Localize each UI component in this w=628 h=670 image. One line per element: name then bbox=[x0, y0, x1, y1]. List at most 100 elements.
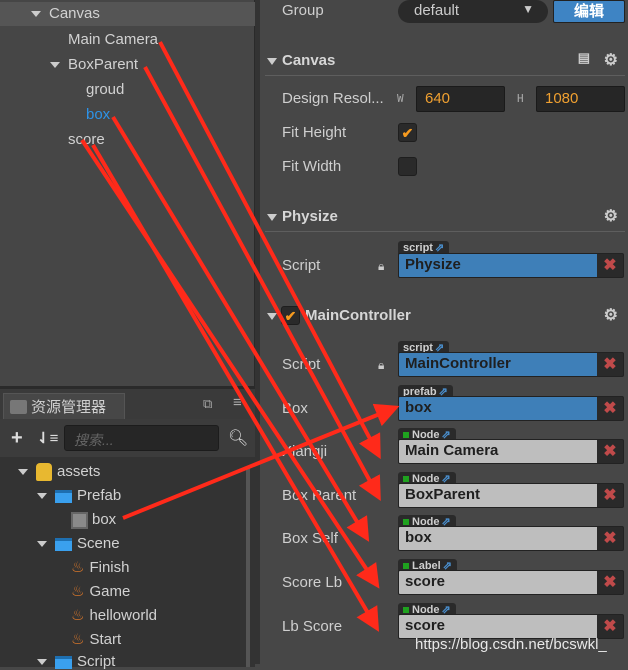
divider bbox=[265, 75, 625, 76]
property-label: Script bbox=[282, 356, 321, 373]
scene-fire-icon: ♨ bbox=[71, 583, 85, 600]
field-value: Physize bbox=[399, 254, 597, 277]
tree-item-label: assets bbox=[57, 463, 101, 480]
component-title: Canvas bbox=[282, 52, 336, 69]
script-label: Script bbox=[282, 257, 321, 274]
clear-icon[interactable]: ✖ bbox=[597, 484, 623, 507]
collapse-arrow-icon[interactable] bbox=[267, 214, 277, 221]
inspector-panel: Group default ▼ 编辑 Canvas ▤ ⚙ Design Resol.… bbox=[260, 0, 628, 664]
gear-icon[interactable]: ⚙ bbox=[604, 206, 618, 226]
property-field[interactable]: BoxParent ✖ bbox=[398, 483, 624, 508]
field-value: BoxParent bbox=[399, 484, 597, 507]
add-icon[interactable]: + bbox=[11, 427, 23, 450]
clear-icon[interactable]: ✖ bbox=[597, 440, 623, 463]
tree-item-main-camera[interactable]: Main Camera bbox=[68, 31, 158, 48]
tree-item-box[interactable]: box bbox=[86, 106, 110, 123]
chevron-down-icon: ▼ bbox=[522, 2, 534, 16]
expand-arrow-icon[interactable] bbox=[31, 11, 41, 18]
tree-item-score[interactable]: score bbox=[68, 131, 105, 148]
component-header-maincontroller[interactable]: ✔ MainController ⚙ bbox=[260, 305, 628, 329]
hierarchy-panel: Canvas Main Camera BoxParent groud box s… bbox=[0, 0, 255, 386]
edit-button[interactable]: 编辑 bbox=[553, 0, 625, 23]
property-field[interactable]: box ✖ bbox=[398, 396, 624, 421]
tree-item-label: BoxParent bbox=[68, 56, 139, 73]
tree-item-canvas[interactable]: Canvas bbox=[31, 5, 100, 22]
folder-icon bbox=[10, 399, 27, 414]
component-header-physize[interactable]: Physize ⚙ bbox=[260, 206, 628, 230]
component-header-canvas[interactable]: Canvas ▤ ⚙ bbox=[260, 50, 628, 74]
tree-item-label: Game bbox=[89, 583, 131, 600]
field-value: box bbox=[399, 527, 597, 550]
scrollbar[interactable] bbox=[246, 467, 250, 667]
asset-db-icon bbox=[36, 463, 52, 482]
node-type-icon bbox=[403, 519, 409, 525]
field-value: Main Camera bbox=[399, 440, 597, 463]
expand-arrow-icon[interactable] bbox=[37, 659, 47, 666]
clear-icon[interactable]: ✖ bbox=[597, 571, 623, 594]
asset-item-finish[interactable]: ♨ Finish bbox=[71, 558, 129, 576]
tab-assets[interactable]: 资源管理器 bbox=[3, 393, 125, 419]
component-title: Physize bbox=[282, 208, 338, 225]
clear-icon[interactable]: ✖ bbox=[597, 254, 623, 277]
group-select[interactable]: default ▼ bbox=[398, 0, 548, 23]
height-label: H bbox=[517, 92, 524, 105]
tree-item-label: helloworld bbox=[89, 607, 157, 624]
search-input[interactable]: 搜索... bbox=[64, 425, 219, 451]
scene-fire-icon: ♨ bbox=[71, 607, 85, 624]
collapse-arrow-icon[interactable] bbox=[267, 313, 277, 320]
assets-tree: assets Prefab box Scene ♨ Finish ♨ Game ♨ h… bbox=[0, 457, 255, 670]
tree-item-groud[interactable]: groud bbox=[86, 81, 124, 98]
divider bbox=[265, 231, 625, 232]
tree-item-label: box bbox=[92, 511, 117, 528]
node-type-icon bbox=[403, 476, 409, 482]
group-label: Group bbox=[282, 2, 324, 19]
design-resolution-label: Design Resol... bbox=[282, 90, 384, 107]
tree-item-label: Script bbox=[77, 653, 116, 670]
clear-icon[interactable]: ✖ bbox=[597, 527, 623, 550]
collapse-arrow-icon[interactable] bbox=[267, 58, 277, 65]
gear-icon[interactable]: ⚙ bbox=[604, 50, 618, 70]
clear-icon[interactable]: ✖ bbox=[597, 353, 623, 376]
asset-item-prefab-folder[interactable]: Prefab bbox=[37, 487, 121, 504]
tree-item-boxparent[interactable]: BoxParent bbox=[50, 56, 138, 73]
tree-item-label: Start bbox=[89, 631, 122, 648]
width-label: W bbox=[397, 92, 404, 105]
menu-icon[interactable]: ≡ bbox=[233, 394, 242, 411]
asset-item-start[interactable]: ♨ Start bbox=[71, 630, 121, 648]
fit-height-checkbox[interactable]: ✔ bbox=[398, 123, 417, 142]
property-field[interactable]: MainController ✖ bbox=[398, 352, 624, 377]
lock-icon: 🔒︎ bbox=[378, 358, 385, 372]
expand-arrow-icon[interactable] bbox=[50, 62, 60, 69]
height-input[interactable]: 1080 bbox=[536, 86, 625, 112]
search-icon[interactable]: 🔍︎ bbox=[228, 428, 248, 448]
fit-width-label: Fit Width bbox=[282, 158, 342, 175]
sort-icon[interactable]: ⇃≡ bbox=[37, 429, 58, 447]
property-field[interactable]: Main Camera ✖ bbox=[398, 439, 624, 464]
asset-item-helloworld[interactable]: ♨ helloworld bbox=[71, 606, 157, 624]
tree-item-label: Scene bbox=[77, 535, 120, 552]
assets-panel: 资源管理器 ⧉ ≡ + ⇃≡ 搜索... 🔍︎ assets Prefab bo… bbox=[0, 386, 255, 670]
popout-icon[interactable]: ⧉ bbox=[203, 396, 212, 412]
asset-item-scene-folder[interactable]: Scene bbox=[37, 535, 120, 552]
asset-item-box-prefab[interactable]: box bbox=[71, 511, 116, 529]
clear-icon[interactable]: ✖ bbox=[597, 615, 623, 638]
asset-item-script-folder[interactable]: Script bbox=[37, 653, 115, 670]
property-field[interactable]: score ✖ bbox=[398, 570, 624, 595]
component-enabled-checkbox[interactable]: ✔ bbox=[281, 306, 300, 325]
physize-script-field[interactable]: Physize ✖ bbox=[398, 253, 624, 278]
property-label: Box Parent bbox=[282, 487, 357, 504]
expand-arrow-icon[interactable] bbox=[18, 469, 28, 476]
property-field[interactable]: box ✖ bbox=[398, 526, 624, 551]
clear-icon[interactable]: ✖ bbox=[597, 397, 623, 420]
gear-icon[interactable]: ⚙ bbox=[604, 305, 618, 325]
fit-width-checkbox[interactable] bbox=[398, 157, 417, 176]
tree-item-label: Canvas bbox=[49, 5, 100, 22]
asset-item-assets[interactable]: assets bbox=[18, 463, 101, 482]
asset-item-game[interactable]: ♨ Game bbox=[71, 582, 130, 600]
width-input[interactable]: 640 bbox=[416, 86, 505, 112]
fit-height-label: Fit Height bbox=[282, 124, 347, 141]
expand-arrow-icon[interactable] bbox=[37, 541, 47, 548]
expand-arrow-icon[interactable] bbox=[37, 493, 47, 500]
scene-fire-icon: ♨ bbox=[71, 631, 85, 648]
help-book-icon[interactable]: ▤ bbox=[578, 50, 590, 66]
